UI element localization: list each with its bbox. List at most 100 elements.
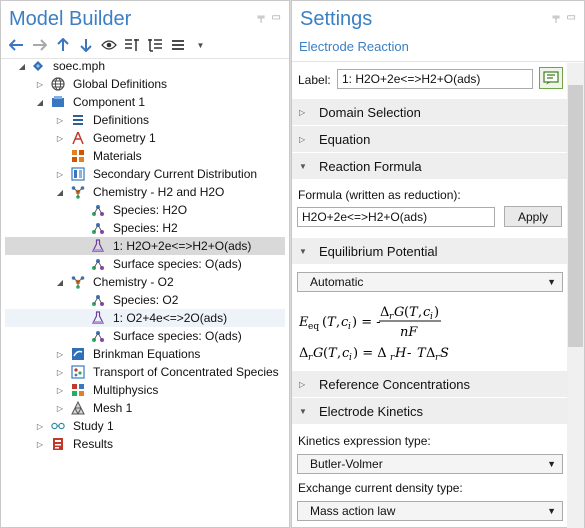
mesh-icon	[71, 401, 85, 415]
equilibrium-potential-select[interactable]: Automatic ▼	[297, 272, 563, 292]
tree-item-global-definitions[interactable]: ▷ Global Definitions	[5, 75, 285, 93]
section-reference-concentrations[interactable]: ▷ Reference Concentrations	[292, 371, 568, 397]
exchange-current-density-value: Mass action law	[310, 504, 396, 518]
section-equation[interactable]: ▷ Equation	[292, 126, 568, 152]
tree-collapsed-arrow-icon[interactable]: ▷	[55, 367, 65, 377]
species-icon	[91, 221, 105, 235]
tree-item-chemistry-h2-h2o[interactable]: ◢ Chemistry - H2 and H2O	[5, 183, 285, 201]
tree-expanded-arrow-icon[interactable]: ◢	[55, 187, 65, 197]
brinkman-icon	[71, 347, 85, 361]
tree-collapsed-arrow-icon[interactable]: ▷	[55, 169, 65, 179]
tree-collapsed-arrow-icon[interactable]: ▷	[35, 421, 45, 431]
tree-item-study-1[interactable]: ▷ Study 1	[5, 417, 285, 435]
section-expanded-arrow-icon: ▼	[299, 406, 307, 416]
tree-item-label: Species: O2	[113, 293, 179, 307]
section-title: Equation	[319, 131, 371, 147]
show-eye-icon[interactable]	[100, 37, 117, 53]
exchange-current-density-select[interactable]: Mass action law ▼	[297, 501, 563, 521]
tree-item-definitions[interactable]: ▷ Definitions	[5, 111, 285, 129]
collapse-all-icon[interactable]	[123, 37, 140, 53]
tree-collapsed-arrow-icon[interactable]: ▷	[35, 439, 45, 449]
settings-title: Settings	[300, 8, 373, 30]
section-domain-selection[interactable]: ▷ Domain Selection	[292, 99, 568, 125]
tree-item-species-o2[interactable]: Species: O2	[5, 291, 285, 309]
svg-text:Δ: Δ	[426, 346, 435, 361]
tree-item-electrode-reaction-o2[interactable]: 1: O2+4e<=>2O(ads)	[5, 309, 285, 327]
tree-collapsed-arrow-icon[interactable]: ▷	[55, 133, 65, 143]
section-reaction-formula[interactable]: ▼ Reaction Formula	[292, 153, 568, 179]
svg-text:nF: nF	[400, 325, 418, 340]
tree-item-electrode-reaction-h2o[interactable]: 1: H2O+2e<=>H2+O(ads)	[5, 237, 285, 255]
tree-item-geometry-1[interactable]: ▷ Geometry 1	[5, 129, 285, 147]
tree-expanded-arrow-icon[interactable]: ◢	[35, 97, 45, 107]
tree-item-surface-species-1[interactable]: Surface species: O(ads)	[5, 255, 285, 273]
multiphysics-icon	[71, 383, 85, 397]
tree-item-label: Results	[73, 437, 114, 451]
tree-item-label: Surface species: O(ads)	[113, 329, 242, 343]
species-icon	[91, 257, 105, 271]
tree-item-chemistry-o2[interactable]: ◢ Chemistry - O2	[5, 273, 285, 291]
study-icon	[51, 419, 65, 433]
tree-collapsed-arrow-icon[interactable]: ▷	[55, 115, 65, 125]
formula-caption: Formula (written as reduction):	[298, 188, 461, 202]
tree-item-materials[interactable]: Materials	[5, 147, 285, 165]
settings-scrollbar-thumb[interactable]	[568, 85, 583, 347]
tree-item-species-h2o[interactable]: Species: H2O	[5, 201, 285, 219]
list-options-icon[interactable]	[169, 37, 186, 53]
tree-item-results[interactable]: ▷ Results	[5, 435, 285, 453]
tree-item-soec[interactable]: ◢ soec.mph	[5, 57, 285, 75]
section-title: Domain Selection	[319, 104, 421, 120]
tree-item-label: Species: H2	[113, 221, 178, 235]
equilibrium-formula: E eq ( T , c i ) = - Δ r G ( T , c i ) n…	[299, 303, 469, 340]
kinetics-expression-select[interactable]: Butler-Volmer ▼	[297, 454, 563, 474]
tree-collapsed-arrow-icon[interactable]: ▷	[55, 403, 65, 413]
tree-item-surface-species-2[interactable]: Surface species: O(ads)	[5, 327, 285, 345]
section-title: Electrode Kinetics	[319, 403, 424, 419]
tree-item-label: Chemistry - H2 and H2O	[93, 185, 225, 199]
move-up-icon[interactable]	[54, 37, 71, 53]
formula-input[interactable]: H2O+2e<=>H2+O(ads)	[297, 207, 495, 227]
settings-subtitle: Electrode Reaction	[299, 39, 409, 54]
expand-all-icon[interactable]	[146, 37, 163, 53]
svg-text:Δ: Δ	[299, 346, 308, 361]
tree-item-label: Geometry 1	[93, 131, 156, 145]
results-icon	[51, 437, 65, 451]
tree-item-species-h2[interactable]: Species: H2	[5, 219, 285, 237]
flask-icon	[91, 239, 105, 253]
apply-button[interactable]: Apply	[504, 206, 562, 227]
minimize-icon[interactable]: ▭	[567, 13, 576, 23]
section-electrode-kinetics[interactable]: ▼ Electrode Kinetics	[292, 398, 568, 424]
tree-collapsed-arrow-icon[interactable]: ▷	[55, 385, 65, 395]
dropdown-caret-icon: ▼	[547, 506, 556, 516]
svg-text:) = Δ: ) = Δ	[353, 346, 387, 361]
tree-item-transport-concentrated-species[interactable]: ▷ Transport of Concentrated Species	[5, 363, 285, 381]
tree-item-mesh-1[interactable]: ▷ Mesh 1	[5, 399, 285, 417]
forward-arrow-icon[interactable]	[31, 37, 48, 53]
svg-text:,: ,	[418, 305, 422, 320]
settings-divider	[292, 61, 584, 62]
tree-item-label: Mesh 1	[93, 401, 133, 415]
toolbar-dropdown-icon[interactable]: ▼	[192, 37, 209, 53]
label-edit-button[interactable]	[539, 67, 563, 89]
move-down-icon[interactable]	[77, 37, 94, 53]
model-file-icon	[31, 59, 45, 73]
back-arrow-icon[interactable]	[8, 37, 25, 53]
tree-expanded-arrow-icon[interactable]: ◢	[17, 61, 27, 71]
tree-item-secondary-current-distribution[interactable]: ▷ Secondary Current Distribution	[5, 165, 285, 183]
settings-window-controls: ╤ ▭	[552, 13, 576, 23]
kinetics-expression-value: Butler-Volmer	[310, 457, 383, 471]
pin-icon[interactable]: ╤	[552, 13, 559, 23]
tree-item-label: Surface species: O(ads)	[113, 257, 242, 271]
section-equilibrium-potential[interactable]: ▼ Equilibrium Potential	[292, 238, 568, 264]
tree-collapsed-arrow-icon[interactable]: ▷	[35, 79, 45, 89]
tree-item-multiphysics[interactable]: ▷ Multiphysics	[5, 381, 285, 399]
tree-collapsed-arrow-icon[interactable]: ▷	[55, 349, 65, 359]
minimize-icon[interactable]: ▭	[272, 13, 281, 23]
settings-scrollbar[interactable]	[567, 63, 584, 528]
tree-item-label: Brinkman Equations	[93, 347, 201, 361]
tree-expanded-arrow-icon[interactable]: ◢	[55, 277, 65, 287]
label-input[interactable]: 1: H2O+2e<=>H2+O(ads)	[337, 69, 533, 89]
tree-item-brinkman-equations[interactable]: ▷ Brinkman Equations	[5, 345, 285, 363]
tree-item-component-1[interactable]: ◢ Component 1	[5, 93, 285, 111]
pin-icon[interactable]: ╤	[257, 13, 264, 23]
